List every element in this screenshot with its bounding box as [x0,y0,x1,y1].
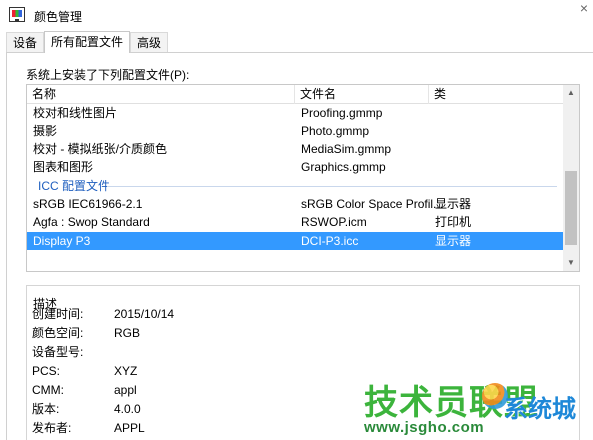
profile-name: 摄影 [33,124,58,138]
description-label: 创建时间: [32,307,84,321]
list-item[interactable]: 校对和线性图片 Proofing.gmmp [27,104,565,122]
column-header-class[interactable]: 类 [429,85,565,104]
profile-class: 显示器 [435,234,472,248]
description-value: 4.0.0 [114,402,141,416]
description-value: 2015/10/14 [114,307,175,321]
description-label: CMM: [32,383,64,397]
tab-all-profiles[interactable]: 所有配置文件 [44,31,131,53]
description-value: appl [114,383,137,397]
profile-file: Proofing.gmmp [301,106,383,120]
profile-class: 显示器 [435,197,472,211]
scrollbar-thumb[interactable] [565,171,577,245]
watermark: 技术员联盟 系统城 www.jsgho.com [364,375,590,437]
tab-advanced[interactable]: 高级 [130,32,169,53]
description-value: APPL [114,421,145,435]
profiles-list-caption: 系统上安装了下列配置文件(P): [26,68,190,82]
description-value: RGB [114,326,141,340]
list-item[interactable]: Agfa : Swop Standard RSWOP.icm 打印机 [27,213,565,231]
list-item[interactable]: 摄影 Photo.gmmp [27,122,565,140]
scroll-up-icon[interactable]: ▲ [563,85,579,101]
description-label: 发布者: [32,421,72,435]
watermark-brand-text: 系统城 [504,395,576,423]
profile-class: 打印机 [435,215,472,229]
profile-name: Display P3 [33,234,91,248]
profile-file: MediaSim.gmmp [301,142,392,156]
profiles-list-header: 名称 文件名 类 [27,85,565,104]
description-label: PCS: [32,364,61,378]
profile-name: 校对 - 模拟纸张/介质颜色 [33,142,167,156]
group-header-icc: ICC 配置文件 [27,177,565,195]
list-item[interactable]: 图表和图形 Graphics.gmmp [27,158,565,176]
profiles-list-scrollbar[interactable]: ▲ ▼ [563,85,579,271]
profile-name: 图表和图形 [33,160,94,174]
profile-file: sRGB Color Space Profil... [301,197,444,211]
group-header-label: ICC 配置文件 [38,177,115,195]
profiles-list[interactable]: 名称 文件名 类 校对和线性图片 Proofing.gmmp 摄影 Photo.… [26,84,580,272]
profile-name: sRGB IEC61966-2.1 [33,197,143,211]
column-header-filename[interactable]: 文件名 [295,85,429,104]
list-item[interactable]: 校对 - 模拟纸张/介质颜色 MediaSim.gmmp [27,140,565,158]
profile-name: 校对和线性图片 [33,106,118,120]
description-label: 颜色空间: [32,326,84,340]
color-management-app-icon [9,7,25,22]
column-header-name[interactable]: 名称 [27,85,295,104]
list-item[interactable]: sRGB IEC61966-2.1 sRGB Color Space Profi… [27,195,565,213]
scroll-down-icon[interactable]: ▼ [563,255,579,271]
profile-file: RSWOP.icm [301,215,367,229]
list-item-selected[interactable]: Display P3 DCI-P3.icc 显示器 [27,232,565,250]
watermark-url: www.jsgho.com [364,419,485,436]
tab-strip: 设备 所有配置文件 高级 [6,31,169,53]
profile-file: Graphics.gmmp [301,160,386,174]
profile-file: Photo.gmmp [301,124,370,138]
tab-devices[interactable]: 设备 [6,32,45,53]
profile-file: DCI-P3.icc [301,234,359,248]
description-label: 设备型号: [32,345,84,359]
description-value: XYZ [114,364,138,378]
description-label: 版本: [32,402,60,416]
title-bar: 颜色管理 × [0,0,593,30]
window-title: 颜色管理 [34,10,83,24]
close-icon[interactable]: × [577,0,591,18]
profile-name: Agfa : Swop Standard [33,215,150,229]
